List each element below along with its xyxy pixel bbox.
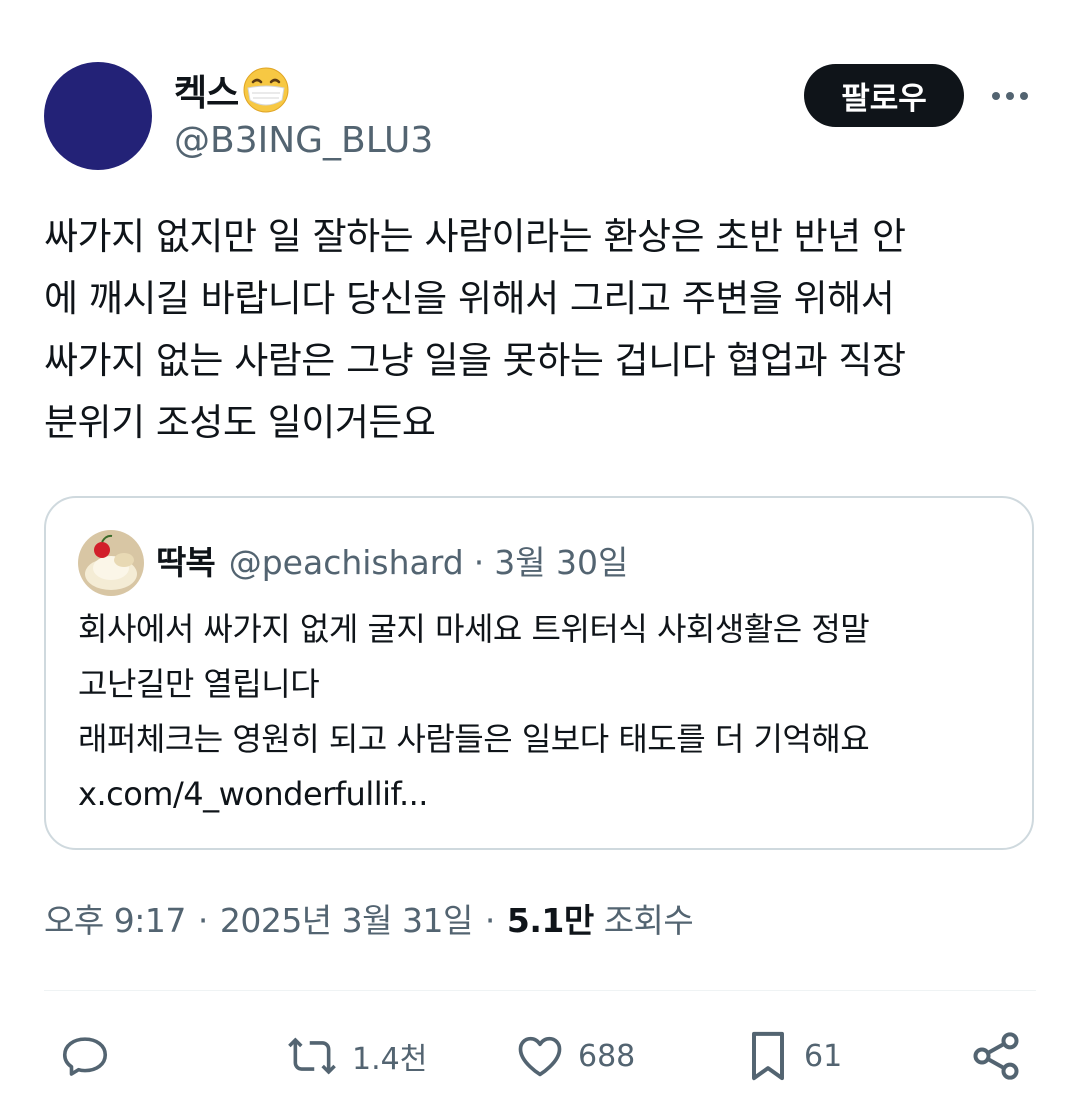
divider (44, 990, 1036, 991)
bookmark-count: 61 (804, 1038, 843, 1074)
tweet-line: 싸가지 없지만 일 잘하는 사람이라는 환상은 초반 반년 안 (44, 215, 906, 258)
meta-separator: · (484, 901, 496, 940)
share-icon (973, 1032, 1019, 1080)
speech-bubble-icon (62, 1037, 108, 1076)
quoted-separator: · (473, 543, 485, 582)
more-options-button[interactable] (988, 78, 1036, 114)
like-button[interactable]: 688 (514, 1026, 635, 1086)
quoted-header: 딱복 @peachishard · 3월 30일 (156, 536, 628, 584)
quoted-link[interactable]: x.com/4_wonderfullif... (78, 767, 1018, 822)
quoted-author-avatar (78, 530, 144, 596)
tweet-time[interactable]: 오후 9:17 (44, 894, 186, 942)
heart-icon (518, 1036, 562, 1077)
author-name-row[interactable]: 켁스 (174, 64, 290, 116)
follow-button[interactable]: 팔로우 (804, 64, 964, 127)
retweet-icon (288, 1037, 336, 1075)
more-dots-icon (992, 92, 1028, 100)
quoted-handle: @peachishard (228, 543, 464, 582)
retweet-count: 1.4천 (352, 1042, 428, 1077)
bookmark-button[interactable]: 61 (744, 1026, 842, 1086)
retweet-button[interactable]: 1.4천 (284, 1026, 427, 1086)
tweet-date[interactable]: 2025년 3월 31일 (220, 894, 474, 942)
tweet-line: 싸가지 없는 사람은 그냥 일을 못하는 겁니다 협업과 직장 (44, 339, 906, 382)
quoted-line: 래퍼체크는 영원히 되고 사람들은 일보다 태도를 더 기억해요 (78, 720, 870, 758)
views-label: 조회수 (603, 901, 694, 940)
bookmark-icon (752, 1031, 784, 1081)
tweet-line: 에 깨시길 바랍니다 당신을 위해서 그리고 주변을 위해서 (44, 277, 895, 320)
tweet-meta: 오후 9:17 · 2025년 3월 31일 · 5.1만 조회수 (44, 894, 694, 942)
quoted-line: 회사에서 싸가지 없게 굴지 마세요 트위터식 사회생활은 정말 (78, 610, 870, 648)
quoted-text: 회사에서 싸가지 없게 굴지 마세요 트위터식 사회생활은 정말 고난길만 열립… (78, 602, 1018, 822)
author-avatar[interactable] (44, 62, 152, 170)
medical-mask-emoji-icon (243, 67, 289, 113)
reply-button[interactable] (58, 1026, 112, 1086)
meta-separator: · (197, 901, 209, 940)
tweet-text: 싸가지 없지만 일 잘하는 사람이라는 환상은 초반 반년 안 에 깨시길 바랍… (44, 206, 1044, 454)
quoted-tweet-card[interactable]: 딱복 @peachishard · 3월 30일 회사에서 싸가지 없게 굴지 … (44, 496, 1034, 850)
author-display-name[interactable]: 켁스 (174, 64, 239, 116)
quoted-display-name: 딱복 (156, 543, 216, 582)
dessert-avatar-image (78, 530, 144, 596)
share-button[interactable] (968, 1026, 1024, 1086)
quoted-line: 고난길만 열립니다 (78, 665, 320, 703)
like-count: 688 (578, 1038, 636, 1074)
quoted-date: 3월 30일 (494, 543, 629, 582)
author-handle[interactable]: @B3ING_BLU3 (174, 120, 433, 161)
tweet-line: 분위기 조성도 일이거든요 (44, 401, 436, 444)
views-count: 5.1만 (506, 901, 594, 940)
